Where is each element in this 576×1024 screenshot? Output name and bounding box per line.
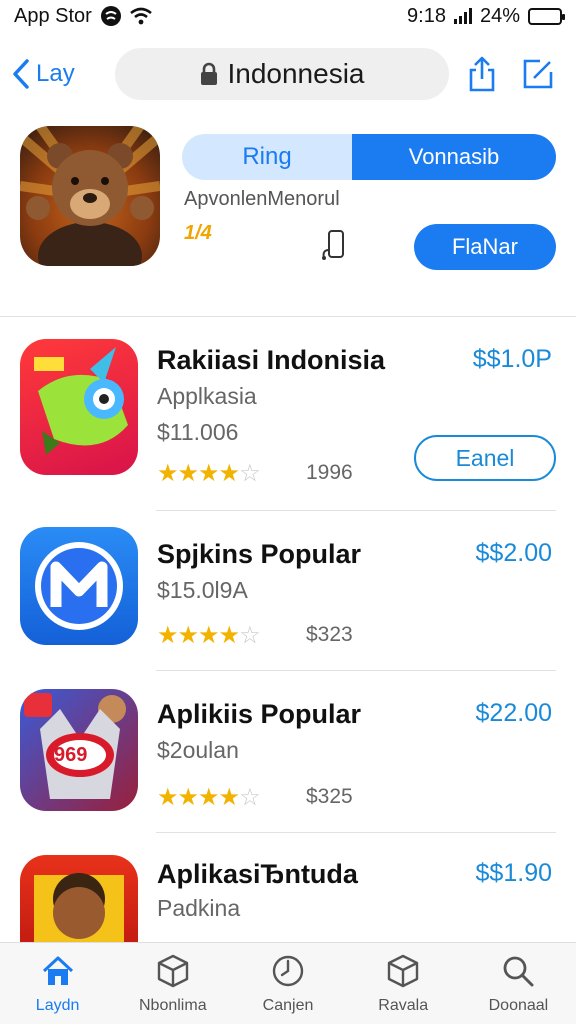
app-subtitle: Applkasia	[157, 383, 257, 409]
tab-item[interactable]: Laydn	[0, 943, 115, 1024]
app-price: $$1.0P	[472, 345, 552, 373]
dinosaur-icon	[34, 347, 128, 455]
segment-left[interactable]: Ring	[182, 134, 352, 180]
tab-label: Nbonlima	[139, 997, 207, 1014]
carrier-label: App Stor	[14, 4, 92, 27]
battery-percent: 24%	[479, 4, 520, 27]
home-icon	[42, 956, 73, 985]
star-filled-icon: ★	[218, 460, 240, 487]
app-icon-badge: 969	[20, 689, 138, 811]
segment-right[interactable]: Vonnasib	[352, 134, 556, 180]
share-icon	[469, 56, 495, 92]
star-rating: ★★★★☆	[157, 459, 261, 488]
star-empty-icon: ☆	[239, 622, 260, 649]
star-filled-icon: ★	[198, 784, 219, 811]
app-title: Rakiiasi Indonisia	[157, 345, 386, 375]
status-right: 9:18 24%	[407, 4, 565, 28]
featured-get-button[interactable]: FlaNar	[414, 224, 556, 270]
tab-item[interactable]: Ravala	[346, 943, 461, 1024]
status-left: App Stor	[14, 5, 152, 28]
compose-icon	[523, 59, 553, 89]
rating-count: $325	[306, 785, 353, 808]
list-item[interactable]: 969 Aplikiis Popular $22.00 $2oulan ★★★★…	[0, 671, 576, 833]
app-icon-portrait	[20, 855, 138, 942]
featured-rating: 1/4	[184, 222, 212, 244]
star-filled-icon: ★	[218, 622, 240, 649]
app-price: $22.00	[475, 699, 552, 727]
star-filled-icon: ★	[218, 784, 240, 811]
app-icon-dino	[20, 339, 138, 475]
tab-label: Canjen	[262, 997, 314, 1014]
app-subtitle: $15.0l9A	[157, 577, 248, 603]
app-price: $$2.00	[475, 539, 552, 567]
clock-icon	[272, 955, 304, 987]
star-filled-icon: ★	[157, 460, 178, 487]
compose-button[interactable]	[520, 54, 556, 94]
list-item[interactable]: Rakiiasi Indonisia $$1.0P Applkasia $11.…	[0, 317, 576, 511]
time-label: 9:18	[407, 4, 446, 27]
star-filled-icon: ★	[177, 622, 199, 649]
tab-label: Laydn	[35, 997, 80, 1014]
app-icon-m	[20, 527, 138, 645]
featured-app-icon[interactable]	[20, 126, 160, 266]
star-filled-icon: ★	[177, 460, 199, 487]
tab-bar: Laydn Nbonlima Canjen Ravala Doonaal	[0, 942, 576, 1024]
box-icon	[388, 954, 419, 988]
star-filled-icon: ★	[157, 622, 178, 649]
featured-subtitle: ApvonlenMenorul	[184, 188, 340, 210]
app-subtitle: Padkina	[157, 895, 241, 921]
star-rating: ★★★★☆	[157, 783, 261, 812]
lock-icon	[201, 62, 218, 85]
segmented-control: Ring Vonnasib	[182, 134, 556, 180]
back-label: Lay	[36, 60, 75, 87]
app-title: Spjkins Popular	[157, 539, 362, 569]
box-icon	[157, 954, 188, 988]
star-empty-icon: ☆	[239, 784, 260, 811]
star-empty-icon: ☆	[239, 460, 260, 487]
star-filled-icon: ★	[198, 622, 219, 649]
app-icon-badge-text: 969	[54, 744, 88, 766]
get-button[interactable]: Eanel	[414, 435, 556, 481]
star-filled-icon: ★	[177, 784, 199, 811]
featured-app: Ring Vonnasib ApvonlenMenorul 1/4 FlaNar	[0, 120, 576, 300]
share-button[interactable]	[464, 54, 500, 94]
star-filled-icon: ★	[198, 460, 219, 487]
portrait-icon	[34, 873, 124, 942]
app-list: Rakiiasi Indonisia $$1.0P Applkasia $11.…	[0, 316, 576, 942]
list-item[interactable]: AplikasiЂntuda $$1.90 Padkina	[0, 833, 576, 942]
rating-count: 1996	[306, 461, 353, 484]
wifi-icon	[130, 7, 152, 25]
search-text: Indonnesia	[227, 58, 365, 89]
tab-item[interactable]: Doonaal	[461, 943, 576, 1024]
back-button[interactable]: Lay	[12, 52, 75, 96]
nav-bar: Lay Indonnesia	[0, 44, 576, 104]
tab-label: Ravala	[378, 997, 429, 1014]
tab-item[interactable]: Canjen	[230, 943, 345, 1024]
device-icon	[322, 230, 344, 260]
app-title: AplikasiЂntuda	[157, 859, 358, 889]
app-price-sub: $11.006	[157, 419, 239, 445]
status-bar: App Stor 9:18 24%	[0, 0, 576, 32]
search-field[interactable]: Indonnesia	[115, 48, 449, 100]
do-not-disturb-icon	[100, 6, 121, 26]
bear-mascot-icon	[20, 126, 160, 266]
app-title: Aplikiis Popular	[157, 699, 362, 729]
list-item[interactable]: Spjkins Popular $$2.00 $15.0l9A ★★★★☆ $3…	[0, 511, 576, 671]
star-filled-icon: ★	[157, 784, 178, 811]
app-subtitle: $2oulan	[157, 737, 239, 763]
chevron-left-icon	[13, 59, 29, 89]
tab-label: Doonaal	[488, 997, 549, 1014]
letter-m-icon	[35, 542, 123, 630]
tab-item[interactable]: Nbonlima	[115, 943, 230, 1024]
battery-icon	[528, 7, 565, 25]
rating-count: $323	[306, 623, 353, 646]
star-rating: ★★★★☆	[157, 621, 261, 650]
search-icon	[504, 956, 534, 987]
app-price: $$1.90	[475, 859, 552, 887]
signal-icon	[453, 8, 472, 24]
